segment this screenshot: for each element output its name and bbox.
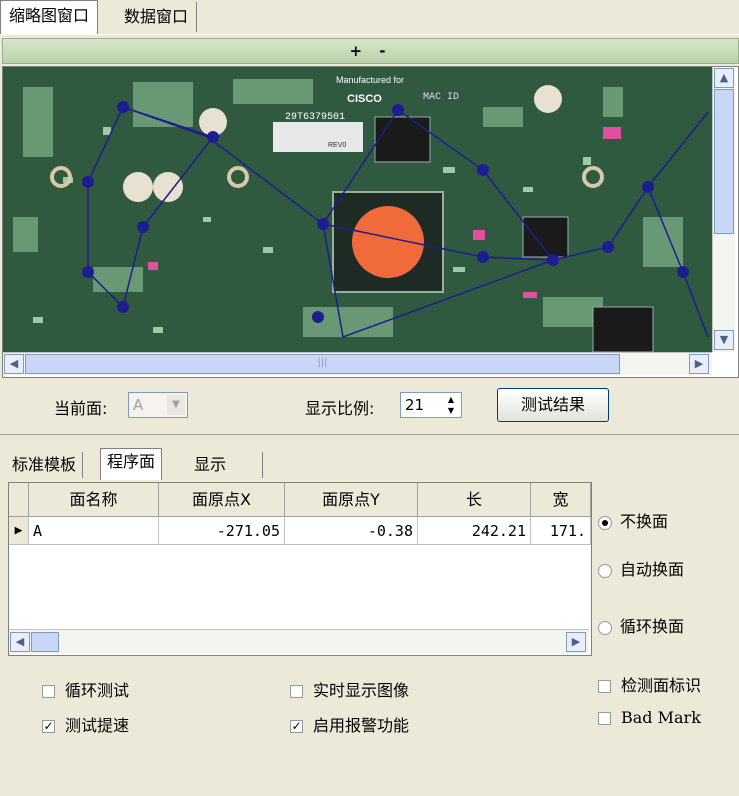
table-horizontal-scrollbar[interactable]: ◀ ▶ xyxy=(9,629,589,654)
board-text-rev: REV0 xyxy=(328,142,346,149)
column-header[interactable]: 长 xyxy=(418,483,531,517)
checkbox-label: 启用报警功能 xyxy=(313,716,410,735)
current-row-arrow-icon: ▶ xyxy=(9,517,29,545)
table-cell[interactable]: 242.21 xyxy=(418,517,531,545)
checkbox-label: 实时显示图像 xyxy=(313,681,410,700)
vertical-scroll-thumb[interactable] xyxy=(714,89,734,234)
radio-unselected-icon xyxy=(598,563,612,578)
tab-data-window[interactable]: 数据窗口 xyxy=(116,2,198,32)
current-face-label: 当前面: xyxy=(54,399,108,418)
table-cell[interactable]: 171. xyxy=(531,517,591,545)
radio-no-switch[interactable]: 不换面 xyxy=(598,508,668,532)
column-header[interactable]: 面原点X xyxy=(159,483,285,517)
spin-up-icon[interactable]: ▲ xyxy=(443,394,459,405)
checkbox-label: 检测面标识 xyxy=(621,676,702,695)
table-cell[interactable]: -0.38 xyxy=(285,517,418,545)
scroll-right-icon[interactable]: ▶ xyxy=(566,632,586,652)
checkmark-icon: ✓ xyxy=(42,719,55,733)
scroll-up-icon[interactable]: ▲ xyxy=(714,68,734,88)
scroll-left-icon[interactable]: ◀ xyxy=(4,354,24,374)
radio-label: 不换面 xyxy=(620,512,669,531)
column-header[interactable]: 宽 xyxy=(531,483,591,517)
radio-loop-switch[interactable]: 循环换面 xyxy=(598,613,684,637)
pcb-board-image[interactable]: Manufactured for CISCO MAC ID 29T6379501… xyxy=(3,67,712,352)
table-cell[interactable]: -271.05 xyxy=(159,517,285,545)
control-row: 当前面: A ▼ 显示比例: 21 ▲ ▼ 测试结果 xyxy=(0,378,739,435)
table-cell[interactable]: A xyxy=(29,517,159,545)
spin-down-icon[interactable]: ▼ xyxy=(443,405,459,416)
top-tab-bar: 缩略图窗口 数据窗口 xyxy=(0,0,739,35)
checkbox-label: 测试提速 xyxy=(65,716,130,735)
checkbox-empty-icon xyxy=(42,685,55,698)
column-header[interactable]: 面原点Y xyxy=(285,483,418,517)
radio-label: 自动换面 xyxy=(620,560,685,579)
tab-program-face[interactable]: 程序面 xyxy=(100,448,163,480)
board-vertical-scrollbar[interactable]: ▲ ▼ xyxy=(712,67,735,352)
checkbox-realtime-image[interactable]: 实时显示图像 xyxy=(290,677,409,701)
radio-selected-icon xyxy=(598,515,612,530)
row-header-corner xyxy=(9,483,29,517)
face-table[interactable]: 面名称 面原点X 面原点Y 长 宽 ▶ A -271.05 -0.38 242.… xyxy=(8,482,592,656)
checkbox-face-mark[interactable]: 检测面标识 xyxy=(598,672,701,696)
board-text-brand: CISCO xyxy=(347,93,382,105)
scale-stepper[interactable]: 21 ▲ ▼ xyxy=(400,392,462,418)
test-result-button[interactable]: 测试结果 xyxy=(497,388,609,422)
tab-thumbnail-window[interactable]: 缩略图窗口 xyxy=(0,0,99,34)
scale-value: 21 xyxy=(405,396,425,414)
scroll-down-icon[interactable]: ▼ xyxy=(714,330,734,350)
checkbox-bad-mark[interactable]: Bad Mark xyxy=(598,708,701,727)
current-face-value: A xyxy=(133,396,144,414)
checkbox-empty-icon xyxy=(290,685,303,698)
checkbox-speed-up[interactable]: ✓ 测试提速 xyxy=(42,712,129,736)
scroll-left-icon[interactable]: ◀ xyxy=(10,632,30,652)
scroll-right-icon[interactable]: ▶ xyxy=(689,354,709,374)
checkbox-label: Bad Mark xyxy=(621,708,701,727)
scale-label: 显示比例: xyxy=(305,399,375,418)
checkmark-icon: ✓ xyxy=(290,719,303,733)
table-scroll-thumb[interactable] xyxy=(31,632,59,652)
chevron-down-icon[interactable]: ▼ xyxy=(167,395,185,415)
checkbox-loop-test[interactable]: 循环测试 xyxy=(42,677,129,701)
horizontal-scroll-thumb[interactable]: ||| xyxy=(25,354,620,374)
pcb-board-graphic: Manufactured for CISCO MAC ID 29T6379501… xyxy=(3,67,712,352)
board-text-mac: MAC ID xyxy=(423,92,459,103)
board-horizontal-scrollbar[interactable]: ◀ ||| ▶ xyxy=(3,352,712,375)
column-header[interactable]: 面名称 xyxy=(29,483,159,517)
checkbox-enable-alarm[interactable]: ✓ 启用报警功能 xyxy=(290,712,409,736)
radio-unselected-icon xyxy=(598,620,612,635)
board-text-serial: 29T6379501 xyxy=(285,112,345,123)
tab-standard-template[interactable]: 标准模板 xyxy=(6,452,84,478)
tab-display[interactable]: 显示 xyxy=(188,452,263,478)
checkbox-empty-icon xyxy=(598,712,611,725)
checkbox-empty-icon xyxy=(598,680,611,693)
checkbox-label: 循环测试 xyxy=(65,681,130,700)
zoom-bar[interactable]: + - xyxy=(2,38,739,64)
current-face-select[interactable]: A ▼ xyxy=(128,392,188,418)
radio-auto-switch[interactable]: 自动换面 xyxy=(598,556,684,580)
radio-label: 循环换面 xyxy=(620,617,685,636)
board-text-manufactured: Manufactured for xyxy=(336,75,404,85)
